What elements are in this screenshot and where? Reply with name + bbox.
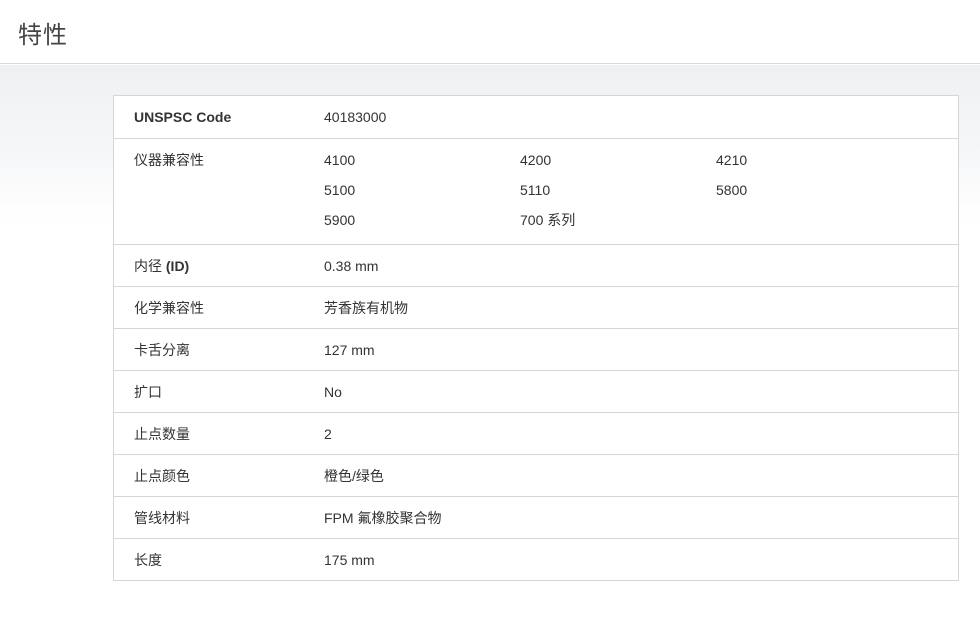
instrument-compatibility-value: 4100 4200 4210 5100 5110 5800 5900 700 系… (324, 139, 958, 244)
compatibility-item: 5100 (324, 182, 356, 198)
compatibility-item: 5800 (716, 182, 748, 198)
flared-label: 扩口 (134, 384, 162, 400)
tubing-material-label: 管线材料 (134, 510, 190, 526)
table-row-chemical-compatibility: 化学兼容性 芳香族有机物 (114, 286, 958, 328)
stop-color-value: 橙色/绿色 (324, 468, 384, 484)
length-value: 175 mm (324, 552, 375, 568)
table-row-flared: 扩口 No (114, 370, 958, 412)
chemical-compatibility-label: 化学兼容性 (134, 300, 204, 316)
stop-count-value: 2 (324, 426, 332, 442)
compatibility-item: 4210 (716, 152, 748, 168)
compatibility-grid: 4100 4200 4210 5100 5110 5800 5900 700 系… (324, 152, 958, 244)
table-row-stop-count: 止点数量 2 (114, 412, 958, 454)
inner-diameter-label-text: 内径 (134, 258, 166, 274)
chemical-compatibility-value: 芳香族有机物 (324, 300, 408, 316)
tubing-material-value: FPM 氟橡胶聚合物 (324, 510, 442, 526)
cassette-separation-value: 127 mm (324, 342, 375, 358)
cassette-separation-label: 卡舌分离 (134, 342, 190, 358)
table-row-instrument-compatibility: 仪器兼容性 4100 4200 4210 5100 5110 5800 5900… (114, 138, 958, 244)
stop-color-label: 止点颜色 (134, 468, 190, 484)
specifications-table: UNSPSC Code 40183000 仪器兼容性 4100 4200 421… (113, 95, 959, 581)
page-title: 特性 (18, 22, 68, 49)
stop-count-label: 止点数量 (134, 426, 190, 442)
inner-diameter-label-abbr: (ID) (165, 258, 190, 274)
compatibility-item: 5900 (324, 212, 356, 228)
inner-diameter-value: 0.38 mm (324, 258, 379, 274)
table-row-tubing-material: 管线材料 FPM 氟橡胶聚合物 (114, 496, 958, 538)
compatibility-item: 5110 (520, 182, 551, 198)
compatibility-item: 4100 (324, 152, 356, 168)
inner-diameter-label: 内径 (ID) (114, 245, 324, 286)
length-label: 长度 (134, 552, 162, 568)
table-row-inner-diameter: 内径 (ID) 0.38 mm (114, 244, 958, 286)
table-row-length: 长度 175 mm (114, 538, 958, 580)
table-row-unspsc: UNSPSC Code 40183000 (114, 96, 958, 138)
instrument-compatibility-label: 仪器兼容性 (134, 152, 204, 168)
table-row-cassette-separation: 卡舌分离 127 mm (114, 328, 958, 370)
compatibility-item: 4200 (520, 152, 552, 168)
table-row-stop-color: 止点颜色 橙色/绿色 (114, 454, 958, 496)
compatibility-item: 700 系列 (520, 212, 576, 228)
page-header: 特性 (0, 0, 980, 64)
flared-value: No (324, 384, 342, 400)
unspsc-value: 40183000 (324, 109, 387, 125)
unspsc-label: UNSPSC Code (134, 109, 232, 125)
